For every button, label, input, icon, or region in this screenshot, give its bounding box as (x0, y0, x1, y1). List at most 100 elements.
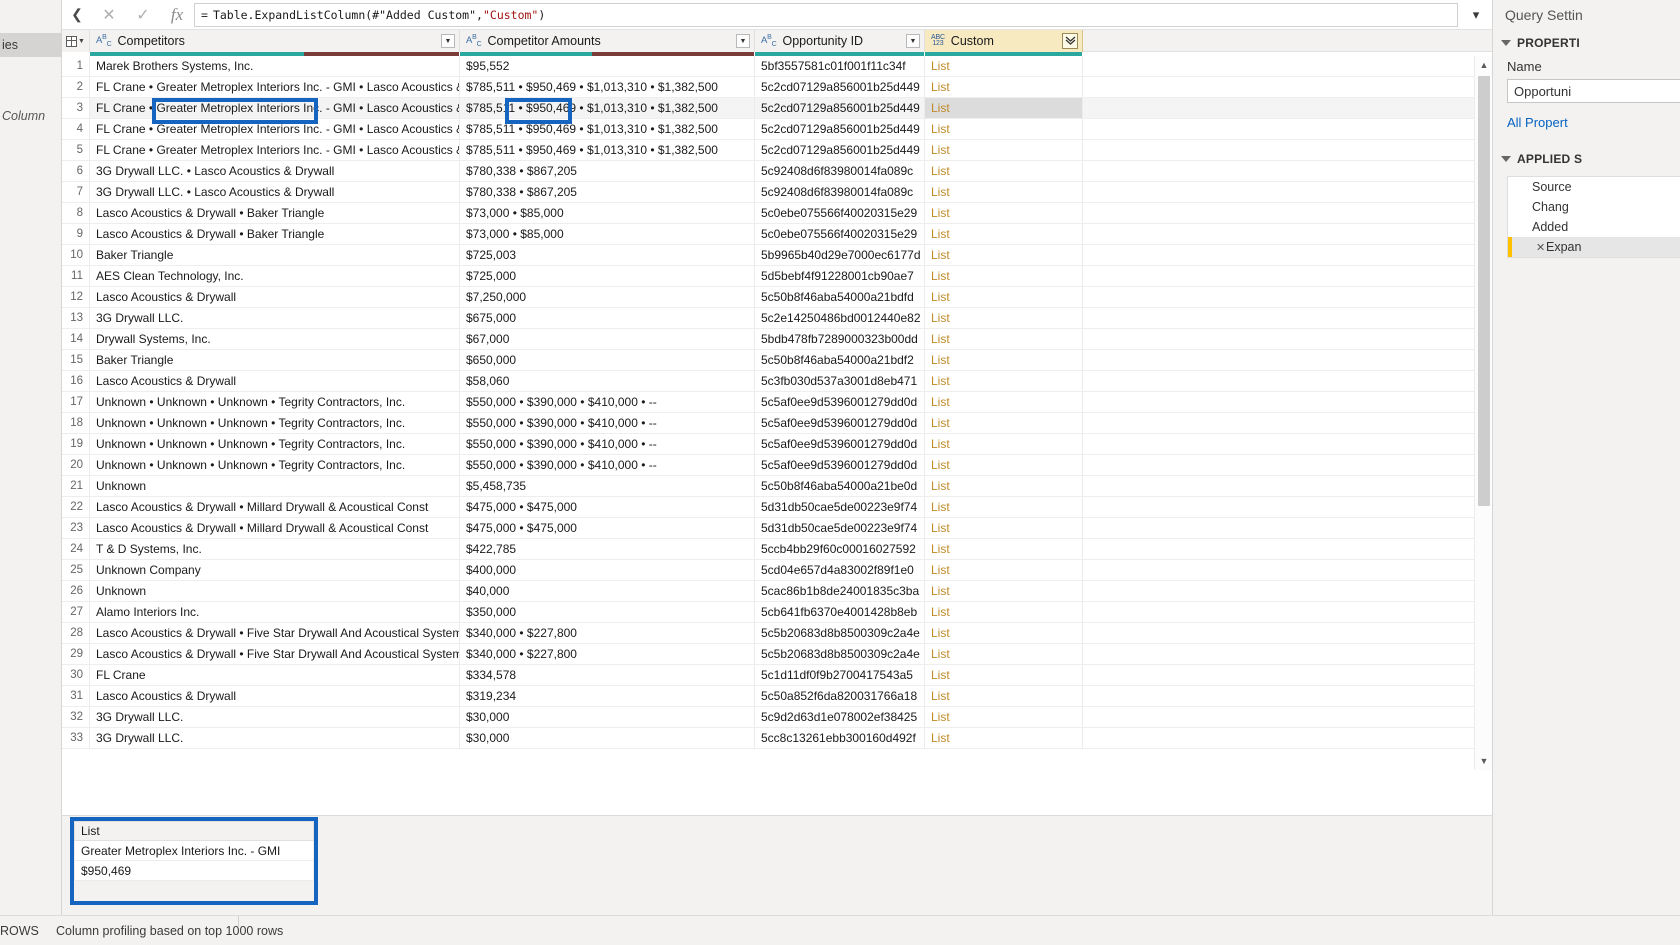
cell-competitors[interactable]: AES Clean Technology, Inc. (90, 266, 460, 286)
cell-opportunity-id[interactable]: 5c2e14250486bd0012440e82 (755, 308, 925, 328)
cell-competitor-amounts[interactable]: $73,000 • $85,000 (460, 203, 755, 223)
cell-competitor-amounts[interactable]: $650,000 (460, 350, 755, 370)
cell-opportunity-id[interactable]: 5c1d11df0f9b2700417543a5 (755, 665, 925, 685)
cell-competitor-amounts[interactable]: $550,000 • $390,000 • $410,000 • -- (460, 413, 755, 433)
cell-competitors[interactable]: Marek Brothers Systems, Inc. (90, 56, 460, 76)
cell-custom[interactable]: List (925, 203, 1083, 223)
cell-opportunity-id[interactable]: 5b9965b40d29e7000ec6177d (755, 245, 925, 265)
cell-competitors[interactable]: FL Crane • Greater Metroplex Interiors I… (90, 77, 460, 97)
cell-competitor-amounts[interactable]: $675,000 (460, 308, 755, 328)
cell-competitor-amounts[interactable]: $30,000 (460, 728, 755, 748)
cell-opportunity-id[interactable]: 5c5b20683d8b8500309c2a4e (755, 623, 925, 643)
table-row[interactable]: 22 Lasco Acoustics & Drywall • Millard Dr… (62, 497, 1474, 518)
cell-custom[interactable]: List (925, 728, 1083, 748)
cell-competitors[interactable]: Lasco Acoustics & Drywall • Five Star Dr… (90, 644, 460, 664)
cell-competitor-amounts[interactable]: $5,458,735 (460, 476, 755, 496)
cell-competitors[interactable]: Unknown (90, 581, 460, 601)
list-preview-row[interactable]: Greater Metroplex Interiors Inc. - GMI (74, 841, 314, 861)
cell-opportunity-id[interactable]: 5c50b8f46aba54000a21bdf2 (755, 350, 925, 370)
table-row[interactable]: 20 Unknown • Unknown • Unknown • Tegrity … (62, 455, 1474, 476)
table-row[interactable]: 11 AES Clean Technology, Inc. $725,000 5d5b… (62, 266, 1474, 287)
table-row[interactable]: 33 3G Drywall LLC. $30,000 5cc8c13261ebb300… (62, 728, 1474, 749)
cell-opportunity-id[interactable]: 5c50b8f46aba54000a21bdfd (755, 287, 925, 307)
cell-custom[interactable]: List (925, 98, 1083, 118)
cell-competitor-amounts[interactable]: $340,000 • $227,800 (460, 644, 755, 664)
cell-competitor-amounts[interactable]: $319,234 (460, 686, 755, 706)
cell-custom[interactable]: List (925, 434, 1083, 454)
cell-opportunity-id[interactable]: 5c92408d6f83980014fa089c (755, 182, 925, 202)
table-row[interactable]: 21 Unknown $5,458,735 5c50b8f46aba54000a21b… (62, 476, 1474, 497)
cell-custom[interactable]: List (925, 644, 1083, 664)
table-row[interactable]: 18 Unknown • Unknown • Unknown • Tegrity … (62, 413, 1474, 434)
cell-custom[interactable]: List (925, 182, 1083, 202)
cell-custom[interactable]: List (925, 392, 1083, 412)
delete-step-icon[interactable]: ✕ (1536, 241, 1545, 254)
table-row[interactable]: 28 Lasco Acoustics & Drywall • Five Star … (62, 623, 1474, 644)
cell-competitors[interactable]: 3G Drywall LLC. • Lasco Acoustics & Dryw… (90, 182, 460, 202)
cell-opportunity-id[interactable]: 5cb641fb6370e4001428b8eb (755, 602, 925, 622)
cell-competitors[interactable]: 3G Drywall LLC. (90, 308, 460, 328)
cell-competitor-amounts[interactable]: $400,000 (460, 560, 755, 580)
cell-custom[interactable]: List (925, 602, 1083, 622)
table-row[interactable]: 14 Drywall Systems, Inc. $67,000 5bdb478fb7… (62, 329, 1474, 350)
all-properties-link[interactable]: All Propert (1493, 103, 1680, 134)
cell-custom[interactable]: List (925, 539, 1083, 559)
cell-competitors[interactable]: Lasco Acoustics & Drywall (90, 287, 460, 307)
cell-custom[interactable]: List (925, 161, 1083, 181)
cell-competitor-amounts[interactable]: $725,000 (460, 266, 755, 286)
cell-competitor-amounts[interactable]: $422,785 (460, 539, 755, 559)
table-row[interactable]: 32 3G Drywall LLC. $30,000 5c9d2d63d1e07800… (62, 707, 1474, 728)
cell-custom[interactable]: List (925, 707, 1083, 727)
cell-opportunity-id[interactable]: 5cc8c13261ebb300160d492f (755, 728, 925, 748)
cell-custom[interactable]: List (925, 329, 1083, 349)
column-header-custom[interactable]: ABC 123 Custom (925, 30, 1083, 52)
cell-competitors[interactable]: Lasco Acoustics & Drywall (90, 686, 460, 706)
cell-opportunity-id[interactable]: 5c5b20683d8b8500309c2a4e (755, 644, 925, 664)
cell-opportunity-id[interactable]: 5c5af0ee9d5396001279dd0d (755, 434, 925, 454)
cell-competitors[interactable]: Lasco Acoustics & Drywall • Baker Triang… (90, 224, 460, 244)
properties-section-header[interactable]: PROPERTI (1493, 30, 1680, 56)
cell-competitors[interactable]: 3G Drywall LLC. (90, 707, 460, 727)
cell-competitor-amounts[interactable]: $350,000 (460, 602, 755, 622)
cell-competitor-amounts[interactable]: $340,000 • $227,800 (460, 623, 755, 643)
table-row[interactable]: 27 Alamo Interiors Inc. $350,000 5cb641fb63… (62, 602, 1474, 623)
cell-opportunity-id[interactable]: 5d31db50cae5de00223e9f74 (755, 518, 925, 538)
table-row[interactable]: 3 FL Crane • Greater Metroplex Interiors … (62, 98, 1474, 119)
cell-custom[interactable]: List (925, 56, 1083, 76)
table-row[interactable]: 5 FL Crane • Greater Metroplex Interiors … (62, 140, 1474, 161)
cell-competitor-amounts[interactable]: $30,000 (460, 707, 755, 727)
cell-opportunity-id[interactable]: 5c9d2d63d1e078002ef38425 (755, 707, 925, 727)
cell-opportunity-id[interactable]: 5c2cd07129a856001b25d449 (755, 77, 925, 97)
select-all-columns-button[interactable]: ▼ (62, 30, 90, 52)
table-row[interactable]: 29 Lasco Acoustics & Drywall • Five Star … (62, 644, 1474, 665)
cell-opportunity-id[interactable]: 5c5af0ee9d5396001279dd0d (755, 392, 925, 412)
cell-opportunity-id[interactable]: 5bf3557581c01f001f11c34f (755, 56, 925, 76)
cell-competitors[interactable]: Unknown • Unknown • Unknown • Tegrity Co… (90, 392, 460, 412)
cell-competitor-amounts[interactable]: $785,511 • $950,469 • $1,013,310 • $1,38… (460, 119, 755, 139)
cell-competitor-amounts[interactable]: $725,003 (460, 245, 755, 265)
cell-competitors[interactable]: Lasco Acoustics & Drywall (90, 371, 460, 391)
cell-competitors[interactable]: Unknown (90, 476, 460, 496)
cell-custom[interactable]: List (925, 77, 1083, 97)
cell-opportunity-id[interactable]: 5c2cd07129a856001b25d449 (755, 119, 925, 139)
cell-opportunity-id[interactable]: 5ccb4bb29f60c00016027592 (755, 539, 925, 559)
cell-competitor-amounts[interactable]: $550,000 • $390,000 • $410,000 • -- (460, 392, 755, 412)
table-row[interactable]: 13 3G Drywall LLC. $675,000 5c2e14250486bd0… (62, 308, 1474, 329)
column-filter-dropdown-icon[interactable]: ▼ (736, 34, 750, 48)
cell-competitor-amounts[interactable]: $475,000 • $475,000 (460, 497, 755, 517)
cell-competitor-amounts[interactable]: $785,511 • $950,469 • $1,013,310 • $1,38… (460, 98, 755, 118)
cell-custom[interactable]: List (925, 245, 1083, 265)
table-row[interactable]: 9 Lasco Acoustics & Drywall • Baker Trian… (62, 224, 1474, 245)
collapse-queries-chevron-icon[interactable]: ❮ (62, 0, 92, 30)
cell-custom[interactable]: List (925, 224, 1083, 244)
table-row[interactable]: 4 FL Crane • Greater Metroplex Interiors … (62, 119, 1474, 140)
cell-custom[interactable]: List (925, 371, 1083, 391)
cell-competitors[interactable]: FL Crane • Greater Metroplex Interiors I… (90, 140, 460, 160)
cell-opportunity-id[interactable]: 5cd04e657d4a83002f89f1e0 (755, 560, 925, 580)
table-row[interactable]: 30 FL Crane $334,578 5c1d11df0f9b2700417543… (62, 665, 1474, 686)
column-header-competitor-amounts[interactable]: ABC Competitor Amounts ▼ (460, 30, 755, 52)
cell-custom[interactable]: List (925, 140, 1083, 160)
cell-competitors[interactable]: Unknown • Unknown • Unknown • Tegrity Co… (90, 455, 460, 475)
cell-opportunity-id[interactable]: 5d5bebf4f91228001cb90ae7 (755, 266, 925, 286)
grid-rows-viewport[interactable]: 1 Marek Brothers Systems, Inc. $95,552 5bf3… (62, 56, 1474, 770)
